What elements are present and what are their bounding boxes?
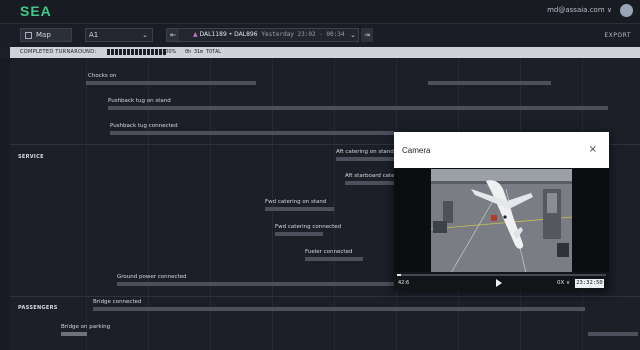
event-bar[interactable]	[86, 81, 256, 85]
camera-dialog: Camera × 42:6 0X ∨ 23:32:50	[394, 132, 609, 290]
current-time: 42:6	[398, 280, 410, 286]
progress-cell	[143, 49, 146, 55]
map-icon	[25, 32, 32, 39]
map-button[interactable]: Map	[20, 28, 72, 42]
speed-select[interactable]: 0X ∨	[557, 280, 570, 286]
map-button-label: Map	[36, 31, 51, 39]
user-menu[interactable]: md@assaia.com ∨	[547, 6, 612, 14]
event-label: Bridge on parking	[61, 324, 111, 330]
avatar[interactable]	[620, 4, 633, 17]
event-bar[interactable]	[110, 131, 394, 135]
section-service: SERVICE	[18, 154, 44, 160]
close-icon[interactable]: ×	[589, 144, 597, 155]
chevron-down-icon: ⌄	[142, 31, 148, 39]
progress-cell	[111, 49, 114, 55]
event-bar[interactable]	[305, 257, 363, 261]
play-icon[interactable]	[496, 279, 502, 287]
progress-total: 0h 31m TOTAL	[185, 49, 222, 55]
camera-title: Camera	[402, 146, 431, 155]
app-logo[interactable]: SEA	[20, 3, 52, 19]
section-passengers: PASSENGERS	[18, 305, 58, 311]
event-bar[interactable]	[336, 157, 394, 161]
flight-arrival: DAL1189	[199, 31, 227, 38]
progress-cell	[155, 49, 158, 55]
event-bar[interactable]	[265, 207, 334, 211]
progress-cell	[123, 49, 126, 55]
flight-select-value: ▲ DAL1189 • DAL896 Yesterday 23:02 - 00:…	[193, 31, 345, 38]
top-bar: SEA md@assaia.com ∨	[0, 0, 640, 24]
progress-cell	[127, 49, 130, 55]
event-bar[interactable]	[345, 181, 394, 185]
player-controls: 42:6 0X ∨ 23:32:50	[394, 272, 609, 290]
event-bar[interactable]	[428, 81, 551, 85]
progress-cell	[115, 49, 118, 55]
progress-cell	[107, 49, 110, 55]
jump-forward-icon[interactable]: ⇥	[361, 28, 373, 42]
flight-separator: •	[228, 31, 233, 38]
progress-cells	[107, 49, 166, 55]
flight-departure: DAL896	[234, 31, 258, 38]
chevron-down-icon: ⌄	[350, 31, 356, 39]
skip-back-icon[interactable]: ⇤	[167, 29, 179, 41]
event-label: Fwd catering on stand	[265, 199, 327, 205]
event-label: Fueler connected	[305, 249, 353, 255]
export-button[interactable]: EXPORT	[604, 32, 631, 39]
event-label: Aft starboard cater	[345, 173, 397, 179]
progress-cell	[151, 49, 154, 55]
event-label: Chocks on	[88, 73, 117, 79]
apron-scene-image	[431, 169, 572, 273]
camera-feed-image	[431, 169, 572, 273]
gate-select[interactable]: A1 ⌄	[85, 28, 153, 42]
progress-cell	[119, 49, 122, 55]
clock-time: 23:32:50	[575, 279, 604, 288]
turnaround-progress: COMPLETED TURNAROUND: 100% 0h 31m TOTAL	[10, 47, 640, 58]
seek-bar[interactable]	[397, 274, 606, 276]
event-label: Ground power connected	[117, 274, 187, 280]
video-player[interactable]: 42:6 0X ∨ 23:32:50	[394, 168, 609, 290]
flight-select[interactable]: ⇤ ▲ DAL1189 • DAL896 Yesterday 23:02 - 0…	[166, 28, 359, 42]
event-bar[interactable]	[117, 282, 394, 286]
event-bar[interactable]	[108, 106, 608, 110]
event-bar[interactable]	[93, 307, 585, 311]
event-label: Fwd catering connected	[275, 224, 342, 230]
event-label: Aft catering on stand	[336, 149, 394, 155]
event-label: Pushback tug on stand	[108, 98, 171, 104]
gate-select-value: A1	[89, 31, 99, 39]
progress-label: COMPLETED TURNAROUND:	[20, 49, 97, 55]
progress-cell	[147, 49, 150, 55]
event-label: Pushback tug connected	[110, 123, 178, 129]
flight-time-range: Yesterday 23:02 - 00:34	[261, 31, 345, 38]
toolbar: Map A1 ⌄ ⇤ ▲ DAL1189 • DAL896 Yesterday …	[0, 24, 640, 46]
event-label: Bridge connected	[93, 299, 142, 305]
event-bar[interactable]	[588, 332, 638, 336]
event-bar[interactable]	[61, 332, 87, 336]
progress-cell	[139, 49, 142, 55]
event-bar[interactable]	[275, 232, 323, 236]
progress-cell	[131, 49, 134, 55]
progress-cell	[135, 49, 138, 55]
progress-percent: 100%	[162, 49, 177, 55]
